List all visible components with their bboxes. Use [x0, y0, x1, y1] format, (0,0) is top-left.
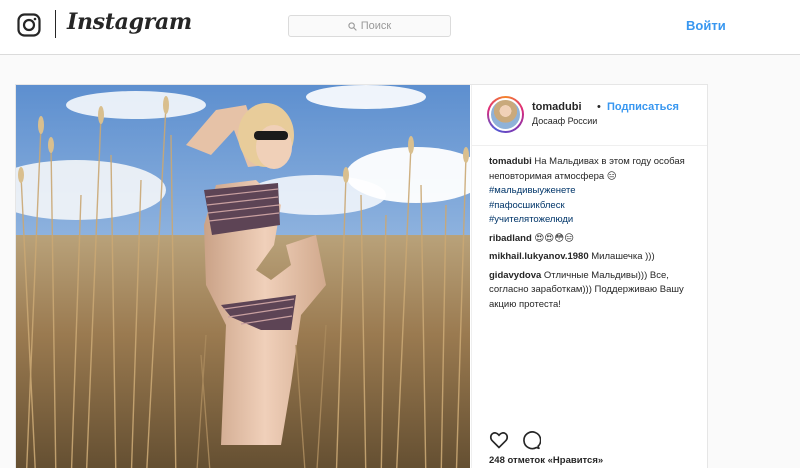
photo-illustration — [16, 85, 470, 468]
instagram-wordmark[interactable]: Instagram — [67, 9, 192, 35]
comment-author[interactable]: gidavydova — [489, 270, 541, 281]
post-sidebar: tomadubi • Подписаться Досааф России tom… — [471, 85, 707, 468]
comment-icon[interactable] — [521, 430, 541, 450]
instagram-camera-icon[interactable] — [17, 13, 41, 37]
header-separator: • — [597, 101, 601, 113]
comments-list: tomadubi На Мальдивах в этом году особая… — [489, 155, 697, 316]
post-header: tomadubi • Подписаться Досааф России — [472, 85, 707, 146]
heart-icon[interactable] — [489, 430, 509, 450]
hashtag-link[interactable]: #пафосшикблеск — [489, 199, 697, 214]
post-location[interactable]: Досааф России — [532, 116, 597, 126]
logo-separator — [55, 10, 56, 38]
avatar-image — [489, 98, 522, 131]
comment-text: 😍😍😳😑 — [534, 232, 575, 244]
follow-button[interactable]: Подписаться — [607, 101, 679, 113]
comment-author[interactable]: mikhail.lukyanov.1980 — [489, 251, 589, 262]
comment-item: mikhail.lukyanov.1980 Милашечка ))) — [489, 250, 697, 265]
post-card: tomadubi • Подписаться Досааф России tom… — [15, 84, 708, 468]
login-link[interactable]: Войти — [686, 18, 726, 33]
hashtag-link[interactable]: #учителятожелюди — [489, 213, 697, 228]
comment-item: ribadland 😍😍😳😑 — [489, 232, 697, 247]
search-input[interactable]: Поиск — [288, 15, 451, 37]
caption-author[interactable]: tomadubi — [489, 156, 532, 167]
comment-text: Милашечка ))) — [591, 251, 655, 262]
avatar[interactable] — [487, 96, 524, 133]
search-icon — [348, 21, 357, 31]
post-author[interactable]: tomadubi — [532, 101, 582, 113]
likes-count[interactable]: 248 отметок «Нравится» — [489, 455, 603, 466]
comment-item: gidavydova Отличные Мальдивы))) Все, сог… — [489, 269, 697, 313]
hashtag-link[interactable]: #мальдивыуженете — [489, 184, 697, 199]
comment-author[interactable]: ribadland — [489, 233, 532, 244]
post-actions — [489, 430, 541, 450]
search-placeholder: Поиск — [360, 20, 392, 32]
caption: tomadubi На Мальдивах в этом году особая… — [489, 155, 697, 228]
post-photo[interactable] — [16, 85, 470, 468]
top-bar: Instagram Поиск Войти — [0, 0, 800, 55]
